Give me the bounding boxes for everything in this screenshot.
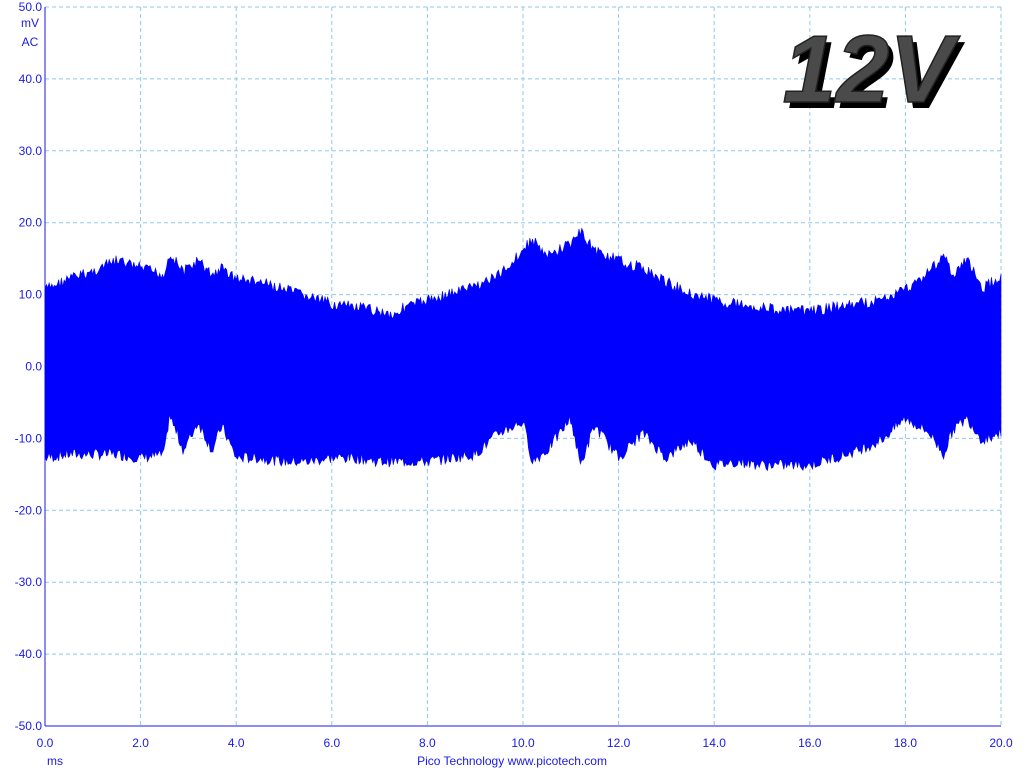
x-tick-label: 18.0: [894, 736, 918, 750]
x-tick-label: 16.0: [798, 736, 822, 750]
y-axis-coupling: AC: [22, 35, 39, 49]
y-axis-unit: mV: [21, 16, 39, 30]
x-axis-tick-labels: 0.0 2.0 4.0 6.0 8.0 10.0 12.0 14.0 16.0 18.0 20.0: [37, 736, 1013, 750]
y-tick-label: -30.0: [15, 575, 43, 589]
x-tick-label: 8.0: [419, 736, 436, 750]
y-tick-label: 0.0: [25, 360, 42, 374]
y-tick-label: -40.0: [15, 647, 43, 661]
x-tick-label: 10.0: [511, 736, 535, 750]
x-tick-label: 4.0: [228, 736, 245, 750]
y-tick-label: 20.0: [19, 216, 43, 230]
x-tick-label: 0.0: [37, 736, 54, 750]
x-tick-label: 14.0: [703, 736, 727, 750]
y-tick-label: -10.0: [15, 431, 43, 445]
y-tick-label: 30.0: [19, 144, 43, 158]
y-tick-label: 40.0: [19, 72, 43, 86]
x-axis-unit: ms: [47, 754, 63, 768]
vendor-credit: Pico Technology www.picotech.com: [417, 754, 607, 768]
voltage-badge: 12V: [783, 16, 961, 123]
y-tick-label: -20.0: [15, 503, 43, 517]
oscilloscope-chart: 50.0 40.0 30.0 20.0 10.0 0.0 -10.0 -20.0 -30.0 -4…: [15, 0, 1013, 768]
y-tick-label: 50.0: [19, 0, 43, 14]
y-axis-tick-labels: 50.0 40.0 30.0 20.0 10.0 0.0 -10.0 -20.0 -30.0 -4…: [15, 0, 43, 733]
x-tick-label: 2.0: [132, 736, 149, 750]
x-tick-label: 6.0: [323, 736, 340, 750]
y-tick-label: 10.0: [19, 288, 43, 302]
y-tick-label: -50.0: [15, 719, 43, 733]
x-tick-label: 12.0: [607, 736, 631, 750]
x-tick-label: 20.0: [989, 736, 1013, 750]
